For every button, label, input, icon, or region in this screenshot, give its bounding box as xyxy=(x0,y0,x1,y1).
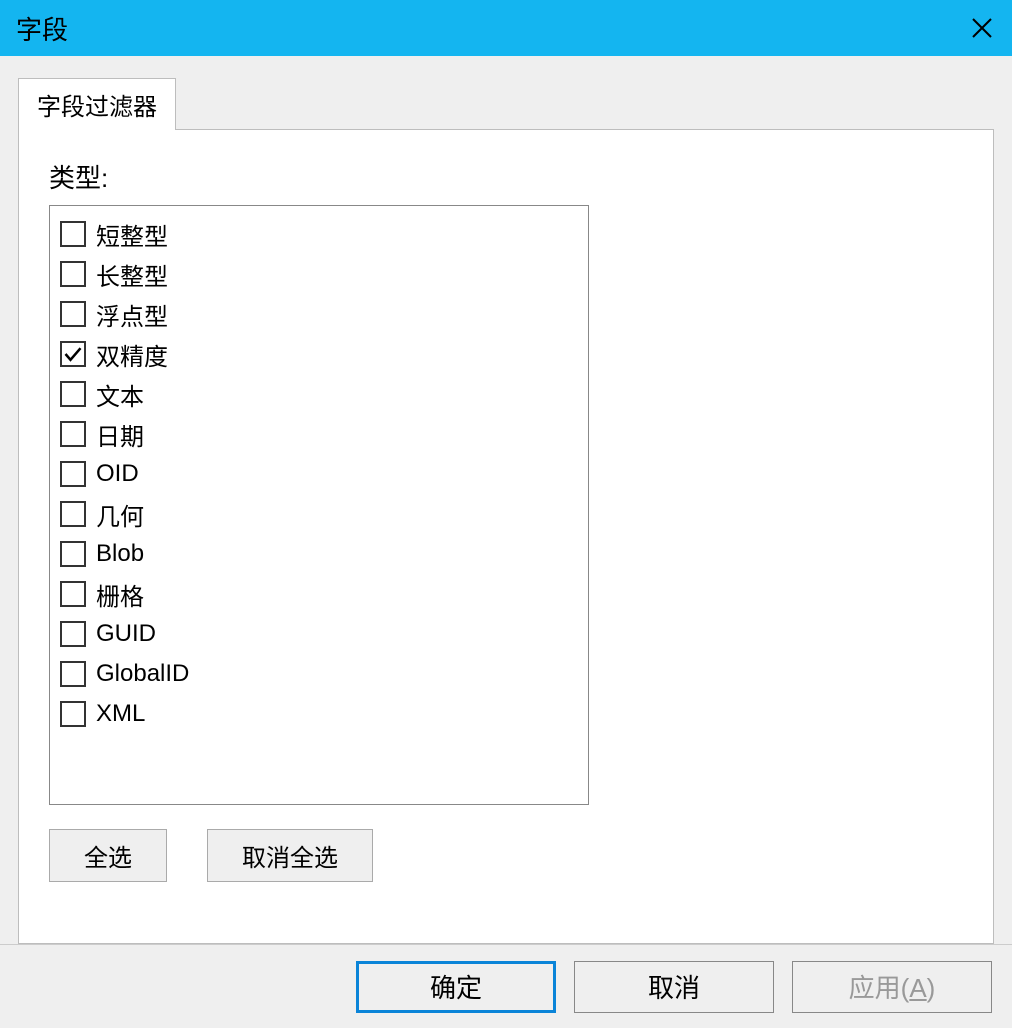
checkbox[interactable] xyxy=(60,621,86,647)
list-item[interactable]: 几何 xyxy=(60,494,578,534)
checkbox-label: 文本 xyxy=(96,377,144,412)
type-label: 类型: xyxy=(49,158,963,195)
titlebar: 字段 xyxy=(0,0,1012,56)
list-item[interactable]: GlobalID xyxy=(60,654,578,694)
list-item[interactable]: Blob xyxy=(60,534,578,574)
checkbox[interactable] xyxy=(60,701,86,727)
apply-button[interactable]: 应用(A) xyxy=(792,961,992,1013)
dialog-footer: 确定 取消 应用(A) xyxy=(0,944,1012,1028)
apply-label-suffix: ) xyxy=(927,973,936,1003)
checkbox[interactable] xyxy=(60,301,86,327)
checkbox-label: 栅格 xyxy=(96,577,144,612)
list-item[interactable]: GUID xyxy=(60,614,578,654)
dialog-body: 字段过滤器 类型: 短整型长整型浮点型双精度文本日期 OID 几何 Blob 栅格 GUI… xyxy=(0,56,1012,1028)
checkbox-label: GUID xyxy=(96,620,156,648)
list-item[interactable]: 浮点型 xyxy=(60,294,578,334)
list-item[interactable]: XML xyxy=(60,694,578,734)
list-item[interactable]: 日期 xyxy=(60,414,578,454)
list-item[interactable]: 双精度 xyxy=(60,334,578,374)
close-button[interactable] xyxy=(952,0,1012,56)
tab-area: 字段过滤器 类型: 短整型长整型浮点型双精度文本日期 OID 几何 Blob 栅格 GUI… xyxy=(0,56,1012,944)
checkbox-label: 双精度 xyxy=(96,337,168,372)
list-item[interactable]: 短整型 xyxy=(60,214,578,254)
deselect-all-button[interactable]: 取消全选 xyxy=(207,829,373,882)
checkbox[interactable] xyxy=(60,221,86,247)
cancel-button[interactable]: 取消 xyxy=(574,961,774,1013)
checkmark-icon xyxy=(63,344,83,364)
checkbox-label: GlobalID xyxy=(96,660,189,688)
type-listbox[interactable]: 短整型长整型浮点型双精度文本日期 OID 几何 Blob 栅格 GUID GlobalID X… xyxy=(49,205,589,805)
checkbox-label: 浮点型 xyxy=(96,297,168,332)
checkbox-label: Blob xyxy=(96,540,144,568)
tab-header: 字段过滤器 xyxy=(18,78,994,130)
select-all-button[interactable]: 全选 xyxy=(49,829,167,882)
ok-button[interactable]: 确定 xyxy=(356,961,556,1013)
apply-label-prefix: 应用( xyxy=(849,973,910,1003)
tab-content: 类型: 短整型长整型浮点型双精度文本日期 OID 几何 Blob 栅格 GUID Globa… xyxy=(18,129,994,944)
list-item[interactable]: OID xyxy=(60,454,578,494)
checkbox[interactable] xyxy=(60,541,86,567)
checkbox[interactable] xyxy=(60,381,86,407)
window-title: 字段 xyxy=(16,10,68,47)
tab-field-filter[interactable]: 字段过滤器 xyxy=(18,78,176,130)
checkbox[interactable] xyxy=(60,661,86,687)
checkbox-label: 长整型 xyxy=(96,257,168,292)
checkbox[interactable] xyxy=(60,501,86,527)
checkbox-label: 日期 xyxy=(96,417,144,452)
select-buttons-row: 全选 取消全选 xyxy=(49,829,963,882)
checkbox-label: 几何 xyxy=(96,497,144,532)
checkbox[interactable] xyxy=(60,261,86,287)
checkbox[interactable] xyxy=(60,581,86,607)
checkbox-label: XML xyxy=(96,700,145,728)
list-item[interactable]: 长整型 xyxy=(60,254,578,294)
checkbox[interactable] xyxy=(60,461,86,487)
checkbox-label: 短整型 xyxy=(96,217,168,252)
close-icon xyxy=(970,16,994,40)
checkbox[interactable] xyxy=(60,341,86,367)
checkbox-label: OID xyxy=(96,460,139,488)
apply-accelerator: A xyxy=(909,973,926,1003)
list-item[interactable]: 栅格 xyxy=(60,574,578,614)
checkbox[interactable] xyxy=(60,421,86,447)
list-item[interactable]: 文本 xyxy=(60,374,578,414)
